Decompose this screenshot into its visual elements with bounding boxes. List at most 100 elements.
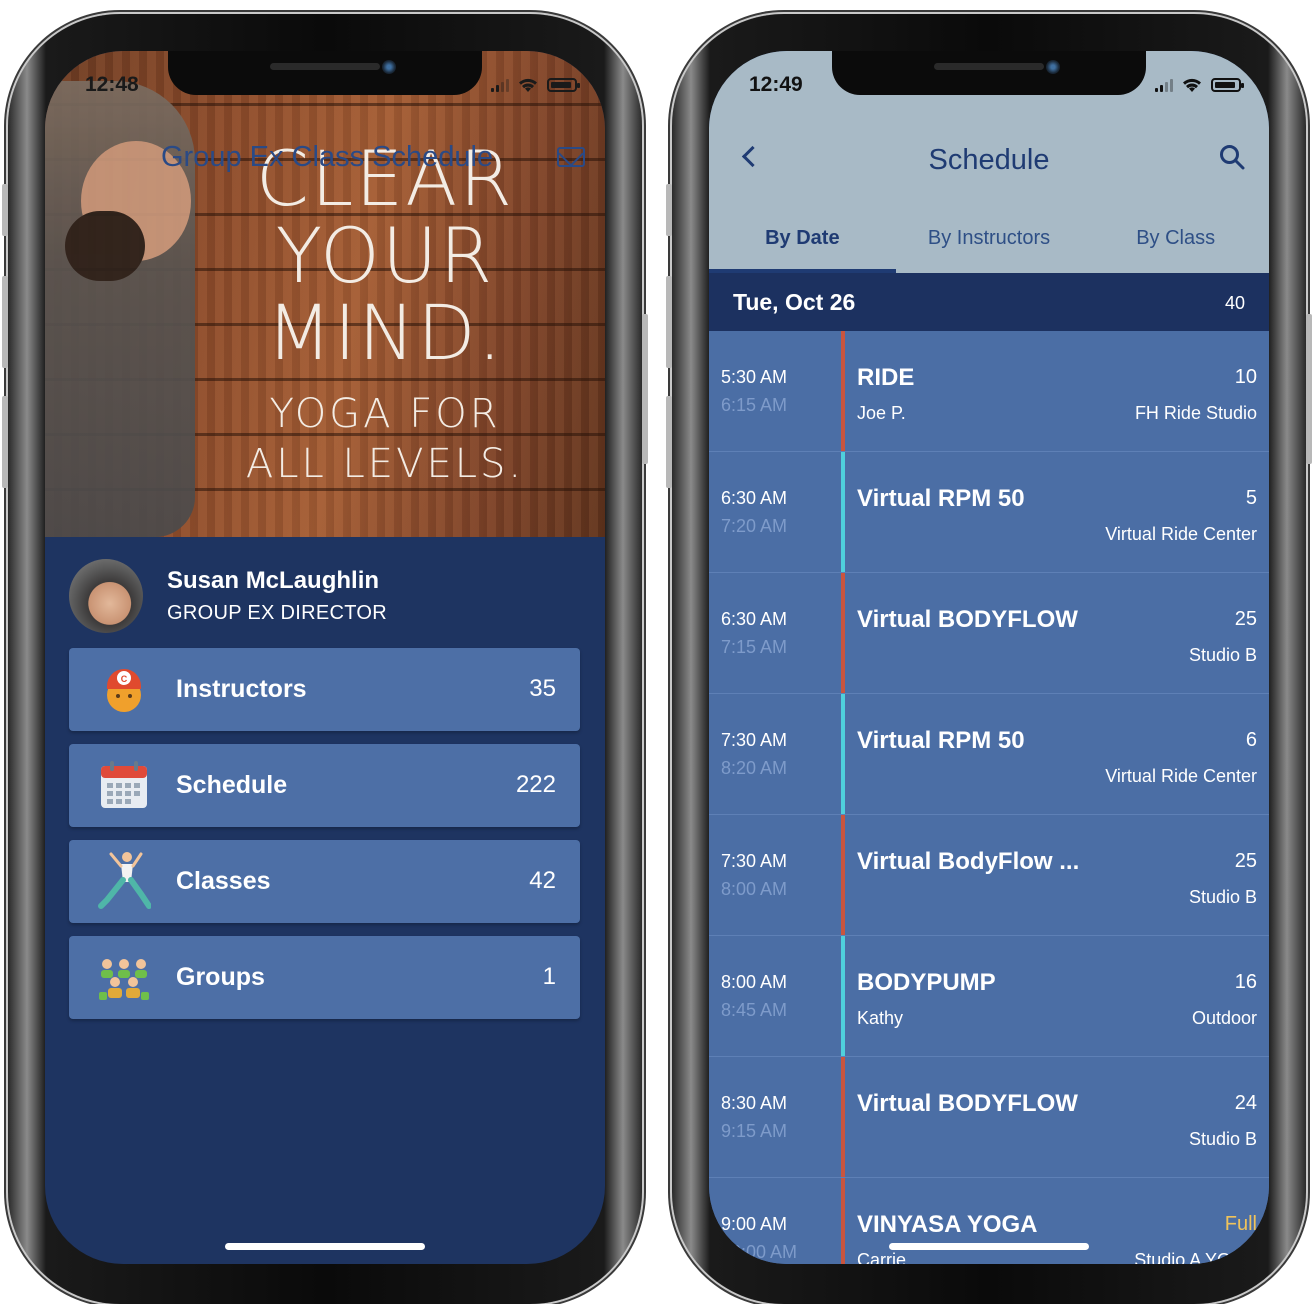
status-bar: 12:49 — [709, 73, 1269, 103]
signal-icon — [1155, 78, 1173, 92]
class-name: RIDE — [857, 364, 915, 391]
instructor-icon: C — [107, 669, 141, 712]
volume-up-button — [2, 276, 8, 368]
right-phone-frame: 12:49 Schedule By Date By Instructors By… — [666, 14, 1312, 1304]
attendance-count: 24 — [1234, 1092, 1257, 1114]
menu-label: Schedule — [176, 771, 288, 799]
search-icon[interactable] — [1219, 144, 1245, 170]
date-header: Tue, Oct 26 40 — [709, 273, 1269, 331]
home-indicator[interactable] — [889, 1243, 1089, 1250]
schedule-row[interactable]: 8:30 AM 9:15 AM Virtual BODYFLOW 24 Stud… — [709, 1057, 1269, 1178]
menu-label: Groups — [176, 963, 265, 991]
end-time: 8:45 AM — [721, 1000, 788, 1020]
end-time: 9:15 AM — [721, 1121, 788, 1141]
hero-line-3: MIND. — [266, 288, 504, 377]
menu-label: Classes — [176, 867, 271, 895]
wifi-icon — [519, 78, 537, 92]
schedule-row[interactable]: 6:30 AM 7:15 AM Virtual BODYFLOW 25 Stud… — [709, 573, 1269, 694]
attendance-count: 16 — [1234, 971, 1257, 993]
room-name: Outdoor — [1191, 1008, 1257, 1028]
end-time: 7:15 AM — [721, 637, 788, 657]
menu-item-instructors[interactable]: C Instructors 35 — [69, 648, 580, 731]
wifi-icon — [1183, 78, 1201, 92]
schedule-tabs: By Date By Instructors By Class — [709, 223, 1269, 273]
app-title: Group Ex Class Schedule — [161, 141, 494, 173]
class-color-bar — [841, 815, 845, 935]
schedule-row[interactable]: 6:30 AM 7:20 AM Virtual RPM 50 5 Virtual… — [709, 452, 1269, 573]
camera — [1046, 60, 1060, 74]
attendance-count: 5 — [1245, 487, 1257, 509]
schedule-row[interactable]: 8:00 AM 8:45 AM BODYPUMP Kathy 16 Outdoo… — [709, 936, 1269, 1057]
mute-switch — [2, 184, 8, 236]
end-time: 8:20 AM — [721, 758, 788, 778]
signal-icon — [491, 78, 509, 92]
start-time: 7:30 AM — [721, 730, 788, 750]
tab-by-instructors[interactable]: By Instructors — [896, 223, 1083, 273]
menu-count: 35 — [529, 675, 556, 702]
power-button — [642, 314, 648, 464]
date-label: Tue, Oct 26 — [733, 289, 856, 315]
class-color-bar — [841, 1178, 845, 1264]
schedule-row[interactable]: 7:30 AM 8:00 AM Virtual BodyFlow ... 25 … — [709, 815, 1269, 936]
menu-item-classes[interactable]: Classes 42 — [69, 840, 580, 923]
class-name: Virtual BODYFLOW — [857, 1090, 1078, 1117]
class-name: Virtual BODYFLOW — [857, 606, 1078, 633]
yoga-pose-icon — [98, 852, 151, 909]
schedule-row[interactable]: 5:30 AM 6:15 AM RIDE Joe P. 10 FH Ride S… — [709, 331, 1269, 452]
tab-by-class[interactable]: By Class — [1082, 223, 1269, 273]
left-phone-frame: 12:48 CLEAR YOUR MIND. YOGA FOR ALL LEVE… — [2, 14, 648, 1304]
schedule-list: 5:30 AM 6:15 AM RIDE Joe P. 10 FH Ride S… — [709, 331, 1269, 1264]
volume-down-button — [666, 396, 672, 488]
left-screen: 12:48 CLEAR YOUR MIND. YOGA FOR ALL LEVE… — [45, 51, 605, 1264]
volume-down-button — [2, 396, 8, 488]
menu-item-groups[interactable]: Groups 1 — [69, 936, 580, 1019]
end-time: 6:15 AM — [721, 395, 788, 415]
battery-icon — [1211, 78, 1244, 92]
user-role: GROUP EX DIRECTOR — [167, 602, 387, 624]
right-screen: 12:49 Schedule By Date By Instructors By… — [709, 51, 1269, 1264]
class-name: Virtual RPM 50 — [857, 485, 1025, 512]
menu-count: 42 — [529, 867, 556, 894]
start-time: 9:00 AM — [721, 1214, 788, 1234]
camera — [382, 60, 396, 74]
class-color-bar — [841, 452, 845, 572]
class-color-bar — [841, 1057, 845, 1177]
class-color-bar — [841, 331, 845, 451]
status-bar: 12:48 — [45, 73, 605, 103]
status-time: 12:49 — [749, 73, 803, 96]
mail-icon[interactable] — [557, 147, 585, 167]
schedule-row[interactable]: 7:30 AM 8:20 AM Virtual RPM 50 6 Virtual… — [709, 694, 1269, 815]
class-name: Virtual RPM 50 — [857, 727, 1025, 754]
user-name: Susan McLaughlin — [167, 567, 380, 594]
class-color-bar — [841, 936, 845, 1056]
tab-by-date[interactable]: By Date — [709, 223, 896, 273]
class-name: VINYASA YOGA — [857, 1211, 1038, 1238]
start-time: 6:30 AM — [721, 488, 788, 508]
speaker — [934, 63, 1044, 70]
room-name: Virtual Ride Center — [1105, 524, 1257, 544]
hero-line-5: ALL LEVELS. — [245, 441, 525, 487]
room-name: Virtual Ride Center — [1105, 766, 1257, 786]
menu-count: 222 — [515, 771, 556, 798]
user-profile[interactable]: Susan McLaughlin GROUP EX DIRECTOR — [69, 559, 579, 639]
end-time: 7:20 AM — [721, 516, 788, 536]
volume-up-button — [666, 276, 672, 368]
attendance-count: 25 — [1234, 608, 1257, 630]
instructor-name: Joe P. — [857, 403, 906, 423]
mute-switch — [666, 184, 672, 236]
class-name: Virtual BodyFlow ... — [857, 848, 1080, 875]
menu-count: 1 — [542, 963, 556, 990]
room-name: Studio A YOGA — [1134, 1250, 1257, 1264]
hero-line-2: YOUR — [275, 211, 495, 300]
instructor-name: Kathy — [857, 1008, 904, 1028]
hero-line-4: YOGA FOR — [269, 391, 501, 437]
menu-item-schedule[interactable]: Schedule 222 — [69, 744, 580, 827]
power-button — [1306, 314, 1312, 464]
speaker — [270, 63, 380, 70]
class-color-bar — [841, 573, 845, 693]
schedule-row[interactable]: 9:00 AM 10:00 AM VINYASA YOGA Carrie Ful… — [709, 1178, 1269, 1264]
end-time: 8:00 AM — [721, 879, 788, 899]
main-menu: C Instructors 35 Schedule 222 Classes 42… — [69, 648, 580, 1032]
home-indicator[interactable] — [225, 1243, 425, 1250]
start-time: 8:00 AM — [721, 972, 788, 992]
